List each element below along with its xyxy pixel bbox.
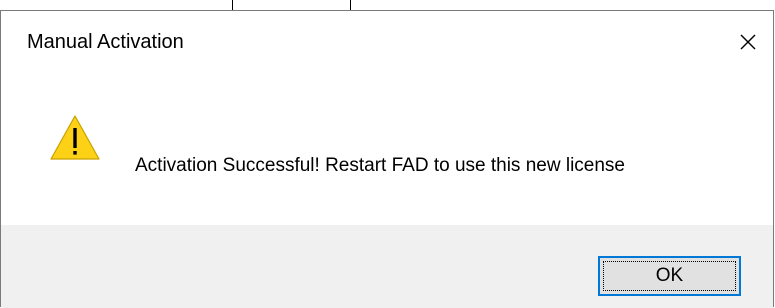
warning-icon [50, 115, 100, 160]
ok-button-label: OK [603, 261, 736, 291]
message-dialog: Manual Activation Activation Successful!… [0, 10, 774, 308]
background-divider [350, 0, 351, 10]
background-window-edge [0, 0, 775, 10]
title-bar[interactable]: Manual Activation [1, 11, 773, 71]
dialog-title: Manual Activation [27, 31, 184, 53]
dialog-footer: OK [1, 225, 773, 308]
background-divider [232, 0, 233, 10]
dialog-message: Activation Successful! Restart FAD to us… [135, 155, 625, 176]
close-icon [740, 34, 756, 50]
close-button[interactable] [733, 27, 763, 57]
ok-button[interactable]: OK [598, 256, 741, 296]
dialog-content: Activation Successful! Restart FAD to us… [1, 71, 773, 225]
